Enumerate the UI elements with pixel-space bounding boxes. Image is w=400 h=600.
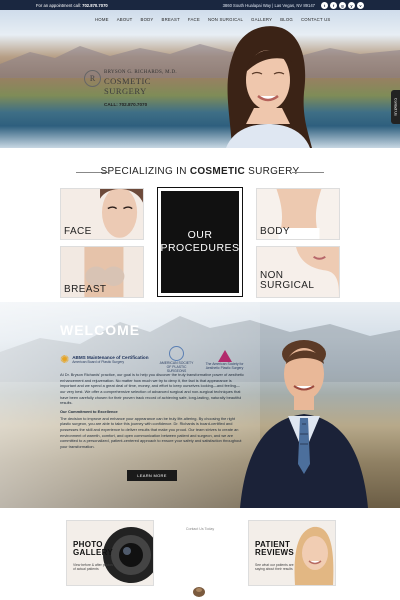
nav-home[interactable]: HOME (95, 15, 109, 24)
doctor-portrait (240, 340, 368, 508)
contact-side-tab[interactable]: Contact Us (391, 90, 400, 124)
tile-non-surgical-label: NON SURGICAL (260, 271, 314, 291)
nav-about[interactable]: ABOUT (117, 15, 133, 24)
photo-gallery-title: PHOTO GALLERY (73, 540, 114, 558)
welcome-subheading: Our Commitment to Excellence (60, 408, 118, 414)
site-logo[interactable]: R BRYSON G. RICHARDS, M.D. COSMETIC SURG… (84, 70, 189, 107)
appointment-text: For an appointment call: 702.870.7070 (36, 3, 108, 8)
heading-prefix: SPECIALIZING IN (100, 166, 187, 177)
reviews-description: See what our patients are saying about t… (255, 563, 294, 572)
non-surgical-line-2: SURGICAL (260, 280, 315, 291)
specializing-heading: SPECIALIZING IN COSMETIC SURGERY (0, 166, 400, 177)
tile-body-label: BODY (260, 226, 290, 237)
patient-reviews-title: PATIENT REVIEWS (255, 540, 294, 558)
tile-face-label: FACE (64, 226, 92, 237)
welcome-paragraph-2: The decision to improve and enhance your… (60, 415, 242, 449)
nav-breast[interactable]: BREAST (162, 15, 180, 24)
abms-star-icon: ✺ (60, 354, 70, 366)
tile-breast-label: BREAST (64, 284, 107, 295)
welcome-title: WELCOME (60, 322, 141, 338)
reviews-woman-photo (294, 526, 334, 585)
welcome-paragraph-1: At Dr. Bryson Richards' practice, our go… (60, 372, 244, 406)
hero-call-text[interactable]: CALL: 702.870.7070 (84, 102, 189, 107)
asps-badge: AMERICAN SOCIETY OF PLASTIC SURGEONS (159, 346, 195, 373)
youtube-icon[interactable]: y (348, 1, 355, 9)
nav-body[interactable]: BODY (141, 15, 154, 24)
vimeo-icon[interactable]: v (357, 1, 364, 9)
tile-breast[interactable]: BREAST (60, 246, 144, 298)
tile-non-surgical[interactable]: NON SURGICAL (256, 246, 340, 298)
asps-logo-icon (169, 346, 185, 361)
hero-banner: HOME ABOUT BODY BREAST FACE NON SURGICAL… (0, 10, 400, 148)
gallery-description: View before & after photos of actual pat… (73, 563, 113, 572)
patient-reviews-card[interactable]: PATIENT REVIEWS See what our patients ar… (248, 520, 336, 586)
facebook-icon[interactable]: f (330, 1, 337, 9)
google-plus-icon[interactable]: g (339, 1, 346, 9)
appointment-phone-link[interactable]: 702.870.7070 (82, 3, 108, 8)
abms-subtitle: American Board of Plastic Surgery (72, 360, 125, 364)
social-links: t f g y v (321, 1, 364, 9)
mountain-backdrop (0, 44, 400, 78)
twitter-icon[interactable]: t (321, 1, 328, 9)
procedures-line-1: OUR (187, 229, 213, 242)
heading-emphasis: COSMETIC (189, 166, 245, 177)
nav-face[interactable]: FACE (188, 15, 200, 24)
certification-badges: ✺ ABMS Maintenance of Certification Amer… (60, 346, 245, 373)
appointment-label: For an appointment call: (36, 2, 81, 8)
hero-woman-photo (226, 26, 312, 148)
abms-badge: ✺ ABMS Maintenance of Certification Amer… (60, 353, 149, 366)
contact-cta-text[interactable]: Contact Us Today (0, 527, 400, 531)
welcome-body: At Dr. Bryson Richards' practice, our go… (60, 372, 244, 453)
footer-decorative-icon (193, 587, 205, 597)
tile-face[interactable]: FACE (60, 188, 144, 240)
asaps-logo-icon (217, 349, 232, 362)
procedures-line-2: PROCEDURES (160, 242, 240, 254)
heading-rule-right (292, 172, 324, 173)
learn-more-button[interactable]: LEARN MORE (127, 470, 177, 481)
top-bar: For an appointment call: 702.870.7070 38… (0, 0, 400, 10)
reviews-title-line-2: REVIEWS (255, 548, 294, 558)
logo-monogram: R (84, 70, 101, 87)
our-procedures-tile[interactable]: OUR PROCEDURES (157, 187, 243, 297)
gallery-title-line-2: GALLERY (73, 548, 114, 558)
tile-body[interactable]: BODY (256, 188, 340, 240)
address-text: 3860 South Hualapai Way | Las Vegas, NV … (222, 2, 315, 8)
